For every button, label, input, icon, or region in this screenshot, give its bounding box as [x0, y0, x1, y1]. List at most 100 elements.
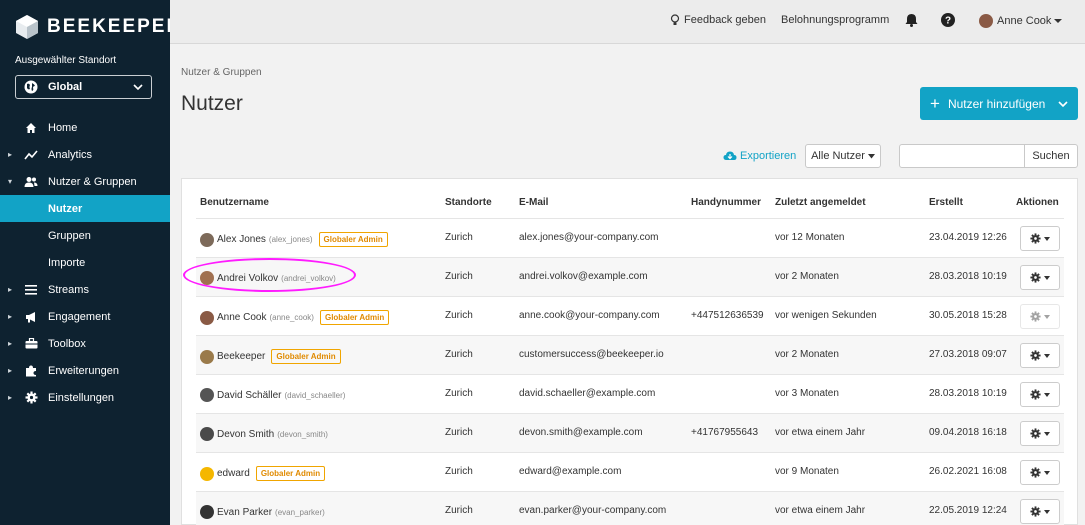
last-login-cell: vor wenigen Sekunden — [775, 310, 877, 321]
streams-icon — [24, 283, 38, 297]
location-cell: Zurich — [445, 427, 473, 438]
created-cell: 27.03.2018 09:07 — [929, 349, 1007, 360]
globe-icon — [24, 80, 38, 94]
user-handle: (david_schaeller) — [284, 390, 346, 400]
location-cell: Zurich — [445, 310, 473, 321]
caret-down-icon: ▾ — [8, 177, 13, 186]
chevron-down-icon — [133, 84, 143, 91]
column-header[interactable]: Standorte — [445, 197, 492, 208]
email-cell: andrei.volkov@example.com — [519, 271, 648, 282]
table-row[interactable]: Alex Jones (alex_jones) Globaler Admin Z… — [196, 218, 1064, 257]
users-table: Benutzername Standorte E-Mail Handynumme… — [181, 178, 1078, 525]
sidebar-item-label: Streams — [48, 283, 89, 296]
user-name[interactable]: Alex Jones — [217, 234, 266, 245]
admin-badge: Globaler Admin — [319, 310, 390, 325]
actions-button[interactable] — [1020, 499, 1060, 524]
add-user-button[interactable]: + Nutzer hinzufügen — [920, 87, 1078, 120]
sidebar-item-streams[interactable]: ▸ Streams — [0, 276, 170, 303]
sidebar-item-extensions[interactable]: ▸ Erweiterungen — [0, 357, 170, 384]
admin-badge: Globaler Admin — [318, 232, 388, 247]
email-cell: anne.cook@your-company.com — [519, 310, 660, 321]
user-name[interactable]: Andrei Volkov — [217, 273, 278, 284]
column-header[interactable]: Handynummer — [691, 197, 761, 208]
last-login-cell: vor etwa einem Jahr — [775, 427, 866, 438]
gear-icon — [1030, 428, 1041, 439]
email-cell: alex.jones@your-company.com — [519, 232, 659, 243]
actions-button[interactable] — [1020, 460, 1060, 485]
sidebar-item-label: Einstellungen — [48, 391, 115, 404]
actions-button[interactable] — [1020, 265, 1060, 290]
table-row[interactable]: Evan Parker (evan_parker) Zurich evan.pa… — [196, 491, 1064, 525]
created-cell: 28.03.2018 10:19 — [929, 388, 1007, 399]
table-row[interactable]: Devon Smith (devon_smith) Zurich devon.s… — [196, 413, 1064, 452]
help-button[interactable]: ? — [941, 13, 955, 27]
chevron-down-icon[interactable] — [1058, 99, 1068, 109]
user-cell: Alex Jones (alex_jones) Globaler Admin — [200, 232, 388, 247]
location-cell: Zurich — [445, 349, 473, 360]
user-name[interactable]: David Schäller — [217, 390, 281, 401]
gear-icon — [1030, 311, 1041, 322]
column-header[interactable]: Benutzername — [200, 197, 269, 208]
location-select[interactable]: Global — [15, 75, 152, 99]
created-cell: 30.05.2018 15:28 — [929, 310, 1007, 321]
table-row[interactable]: David Schäller (david_schaeller) Zurich … — [196, 374, 1064, 413]
breadcrumb[interactable]: Nutzer & Gruppen — [181, 67, 262, 78]
actions-button[interactable] — [1020, 304, 1060, 329]
sidebar-item-users[interactable]: Nutzer — [0, 195, 170, 222]
feedback-link[interactable]: Feedback geben — [670, 14, 766, 26]
search-input[interactable] — [899, 144, 1025, 168]
created-cell: 26.02.2021 16:08 — [929, 466, 1007, 477]
sidebar-item-analytics[interactable]: ▸ Analytics — [0, 141, 170, 168]
phone-cell: +447512636539 — [691, 310, 764, 321]
caret-down-icon — [1044, 236, 1050, 241]
sidebar-item-users-groups[interactable]: ▾ Nutzer & Gruppen — [0, 168, 170, 195]
location-cell: Zurich — [445, 271, 473, 282]
sidebar-item-home[interactable]: Home — [0, 114, 170, 141]
user-name[interactable]: Devon Smith — [217, 429, 274, 440]
table-row[interactable]: Anne Cook (anne_cook) Globaler Admin Zur… — [196, 296, 1064, 335]
sidebar-item-label: Home — [48, 121, 78, 134]
user-menu[interactable]: Anne Cook — [979, 14, 1063, 28]
gear-icon — [1030, 467, 1041, 478]
user-handle: (evan_parker) — [275, 507, 325, 517]
table-row[interactable]: Andrei Volkov (andrei_volkov) Zurich and… — [196, 257, 1064, 296]
bell-icon — [905, 14, 918, 27]
column-header[interactable]: Erstellt — [929, 197, 963, 208]
sidebar-item-groups[interactable]: Gruppen — [0, 222, 170, 249]
sidebar-item-toolbox[interactable]: ▸ Toolbox — [0, 330, 170, 357]
rewards-link[interactable]: Belohnungsprogramm — [781, 14, 889, 26]
export-link[interactable]: Exportieren — [723, 150, 796, 162]
user-cell: David Schäller (david_schaeller) — [200, 388, 345, 402]
user-cell: Andrei Volkov (andrei_volkov) — [200, 271, 336, 285]
column-header[interactable]: Zuletzt angemeldet — [775, 197, 866, 208]
search-button[interactable]: Suchen — [1024, 144, 1078, 168]
actions-button[interactable] — [1020, 382, 1060, 407]
brand-logo[interactable]: BEEKEEPER — [15, 14, 182, 40]
user-name[interactable]: Evan Parker — [217, 507, 272, 518]
user-name[interactable]: Beekeeper — [217, 351, 265, 362]
sidebar-item-imports[interactable]: Importe — [0, 249, 170, 276]
actions-button[interactable] — [1020, 343, 1060, 368]
puzzle-icon — [24, 364, 38, 378]
caret-right-icon: ▸ — [8, 150, 13, 159]
notifications-button[interactable] — [905, 13, 918, 27]
avatar — [200, 349, 214, 364]
table-row[interactable]: Beekeeper Globaler Admin Zurich customer… — [196, 335, 1064, 374]
actions-button[interactable] — [1020, 421, 1060, 446]
actions-button[interactable] — [1020, 226, 1060, 251]
caret-down-icon — [1044, 392, 1050, 397]
page-title: Nutzer — [181, 92, 243, 115]
column-header[interactable]: E-Mail — [519, 197, 548, 208]
sidebar-item-settings[interactable]: ▸ Einstellungen — [0, 384, 170, 411]
beekeeper-logo-icon — [16, 15, 38, 39]
sidebar-item-label: Importe — [48, 256, 86, 269]
sidebar-item-label: Nutzer — [48, 202, 83, 215]
cloud-download-icon — [723, 151, 737, 160]
location-label: Ausgewählter Standort — [15, 55, 117, 66]
user-name[interactable]: Anne Cook — [217, 312, 266, 323]
user-filter-dropdown[interactable]: Alle Nutzer — [805, 144, 881, 168]
sidebar-item-engagement[interactable]: ▸ Engagement — [0, 303, 170, 330]
table-row[interactable]: edward Globaler Admin Zurich edward@exam… — [196, 452, 1064, 491]
last-login-cell: vor etwa einem Jahr — [775, 505, 866, 516]
user-name[interactable]: edward — [217, 468, 250, 479]
